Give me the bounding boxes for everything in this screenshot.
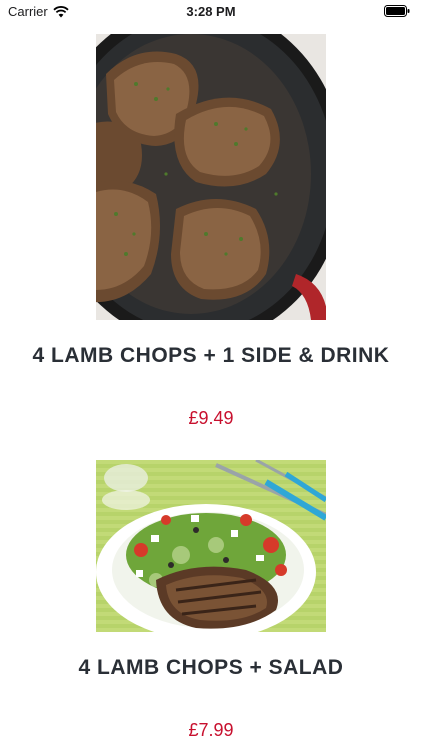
- item-name: 4 LAMB CHOPS + SALAD: [78, 656, 344, 679]
- lamb-chops-salad-image: [96, 460, 326, 632]
- lamb-chops-skillet-image: [96, 34, 326, 320]
- battery-icon: [384, 5, 410, 17]
- item-name: 4 LAMB CHOPS + 1 SIDE & DRINK: [32, 344, 390, 367]
- item-price: £7.99: [188, 720, 234, 740]
- status-time: 3:28 PM: [186, 4, 236, 19]
- item-price: £9.49: [188, 408, 234, 428]
- status-bar: Carrier 3:28 PM: [0, 0, 422, 24]
